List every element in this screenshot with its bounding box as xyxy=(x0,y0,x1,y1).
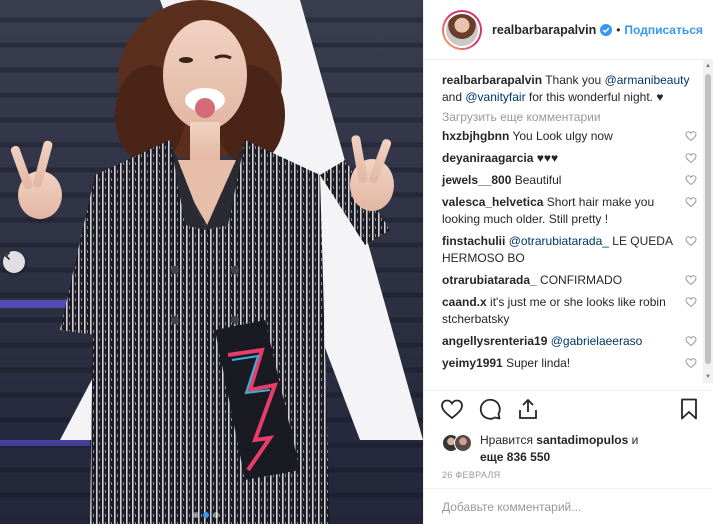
liker-avatar xyxy=(454,434,472,452)
photo-illustration xyxy=(0,0,423,524)
verified-badge-icon xyxy=(600,23,613,36)
carousel-prev-button[interactable] xyxy=(3,251,25,273)
caption-mention[interactable]: @vanityfair xyxy=(465,90,525,104)
liker-avatars[interactable] xyxy=(442,434,472,452)
carousel-dot xyxy=(213,512,219,518)
comment-like-heart-icon[interactable] xyxy=(685,235,697,247)
comment-username[interactable]: jewels__800 xyxy=(442,173,511,187)
comment-item: yeimy1991 Super linda! xyxy=(442,355,699,372)
scroll-down-arrow[interactable]: ▼ xyxy=(704,373,712,381)
comment-username[interactable]: deyaniraagarcia xyxy=(442,151,533,165)
follow-button[interactable]: Подписаться xyxy=(624,23,702,37)
caption-username[interactable]: realbarbarapalvin xyxy=(442,73,542,87)
author-avatar[interactable] xyxy=(442,9,482,50)
scroll-up-arrow[interactable]: ▲ xyxy=(704,62,712,70)
comments-scrollbar[interactable]: ▲ ▼ xyxy=(703,60,713,383)
post-side-panel: realbarbarapalvin • Подписаться realbarb… xyxy=(423,0,713,524)
comment-text: ♥♥♥ xyxy=(536,151,559,165)
bookmark-icon[interactable] xyxy=(677,397,701,421)
comment-like-heart-icon[interactable] xyxy=(685,357,697,369)
author-username[interactable]: realbarbarapalvin xyxy=(492,23,596,37)
comment-like-heart-icon[interactable] xyxy=(685,130,697,142)
comment-like-heart-icon[interactable] xyxy=(685,152,697,164)
comment-bubble-icon[interactable] xyxy=(478,397,502,421)
add-comment-box xyxy=(424,488,713,524)
comment-item: angellysrenteria19 @gabrielaeeraso xyxy=(442,333,699,350)
comment-item: hxzbjhgbnn You Look ulgy now xyxy=(442,128,699,145)
comment-item: deyaniraagarcia ♥♥♥ xyxy=(442,150,699,167)
comment-username[interactable]: hxzbjhgbnn xyxy=(442,129,509,143)
chevron-left-icon xyxy=(4,251,11,261)
likes-user[interactable]: santadimopulos xyxy=(536,433,628,447)
comment-like-heart-icon[interactable] xyxy=(685,274,697,286)
post-caption: realbarbarapalvin Thank you @armanibeaut… xyxy=(442,72,699,106)
comment-input[interactable] xyxy=(442,499,695,514)
post-photo[interactable] xyxy=(0,0,423,524)
comment-item: otrarubiatarada_ CONFIRMADO xyxy=(442,272,699,289)
instagram-post: realbarbarapalvin • Подписаться realbarb… xyxy=(0,0,713,524)
comment-item: jewels__800 Beautiful xyxy=(442,172,699,189)
comment-item: finstachulii @otrarubiatarada_ LE QUEDA … xyxy=(442,233,699,267)
caption-text-after: for this wonderful night. ♥ xyxy=(528,90,664,104)
comment-text: You Look ulgy now xyxy=(512,129,613,143)
comment-username[interactable]: yeimy1991 xyxy=(442,356,503,370)
carousel-dot-active xyxy=(203,512,209,518)
comment-username[interactable]: valesca_helvetica xyxy=(442,195,543,209)
heart-icon[interactable] xyxy=(440,397,464,421)
comment-like-heart-icon[interactable] xyxy=(685,196,697,208)
comment-username[interactable]: angellysrenteria19 xyxy=(442,334,547,348)
comment-mention[interactable]: @gabrielaeeraso xyxy=(551,334,643,348)
load-more-comments-link[interactable]: Загрузить еще комментарии xyxy=(442,110,699,124)
header-separator: • xyxy=(616,22,621,37)
post-date[interactable]: 26 ФЕВРАЛЯ xyxy=(424,466,713,488)
carousel-dot xyxy=(193,512,199,518)
likes-prefix: Нравится xyxy=(480,433,533,447)
likes-count[interactable]: еще 836 550 xyxy=(480,450,550,464)
caption-text-before: Thank you xyxy=(545,73,602,87)
likes-text: Нравится santadimopulos и еще 836 550 xyxy=(480,432,638,466)
likes-and: и xyxy=(631,433,639,447)
comment-username[interactable]: otrarubiatarada_ xyxy=(442,273,537,287)
comment-like-heart-icon[interactable] xyxy=(685,335,697,347)
post-header: realbarbarapalvin • Подписаться xyxy=(424,0,713,60)
comment-username[interactable]: finstachulii xyxy=(442,234,505,248)
comment-username[interactable]: caand.x xyxy=(442,295,487,309)
comment-item: caand.x it's just me or she looks like r… xyxy=(442,294,699,328)
comment-like-heart-icon[interactable] xyxy=(685,174,697,186)
caption-mention[interactable]: @armanibeauty xyxy=(605,73,690,87)
comment-text: Beautiful xyxy=(514,173,562,187)
scrollbar-thumb[interactable] xyxy=(705,74,711,364)
share-icon[interactable] xyxy=(516,397,540,421)
comment-text: CONFIRMADO xyxy=(540,273,623,287)
post-actions xyxy=(424,390,713,426)
comment-mention[interactable]: @otrarubiatarada_ xyxy=(509,234,609,248)
comment-text: Super linda! xyxy=(506,356,571,370)
caption-and: and xyxy=(442,90,463,104)
comment-like-heart-icon[interactable] xyxy=(685,296,697,308)
comments-list: realbarbarapalvin Thank you @armanibeaut… xyxy=(424,60,713,380)
likes-summary: Нравится santadimopulos и еще 836 550 xyxy=(424,426,713,466)
comment-item: valesca_helvetica Short hair make you lo… xyxy=(442,194,699,228)
carousel-dots xyxy=(193,512,219,518)
